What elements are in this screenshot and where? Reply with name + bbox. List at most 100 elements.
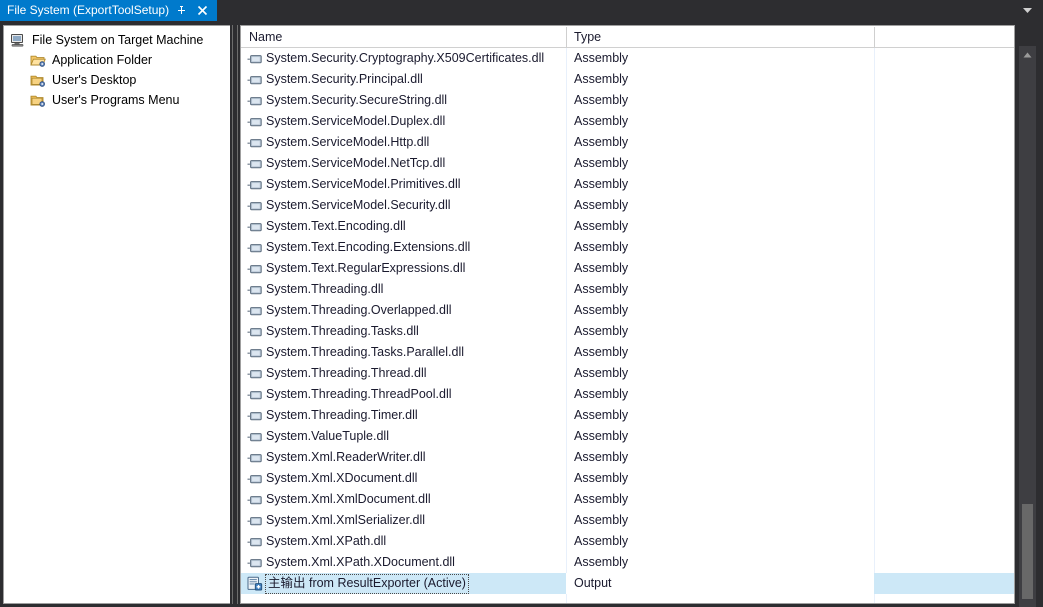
file-list-row[interactable]: System.Threading.dllAssembly <box>241 279 1014 300</box>
file-list-row[interactable]: System.Threading.Timer.dllAssembly <box>241 405 1014 426</box>
file-name-cell[interactable]: System.Threading.Thread.dll <box>241 363 566 384</box>
file-list-row[interactable]: System.Threading.ThreadPool.dllAssembly <box>241 384 1014 405</box>
file-type-cell[interactable]: Assembly <box>566 48 874 69</box>
file-type-cell[interactable]: Assembly <box>566 342 874 363</box>
file-list-row[interactable]: System.Text.RegularExpressions.dllAssemb… <box>241 258 1014 279</box>
file-type-cell[interactable]: Assembly <box>566 384 874 405</box>
file-name-cell[interactable]: System.ValueTuple.dll <box>241 426 566 447</box>
file-list-row[interactable]: System.Xml.XDocument.dllAssembly <box>241 468 1014 489</box>
file-list-row[interactable]: System.Threading.Overlapped.dllAssembly <box>241 300 1014 321</box>
file-type-cell[interactable]: Assembly <box>566 216 874 237</box>
close-icon[interactable] <box>194 2 211 19</box>
file-list-row[interactable]: System.Threading.Tasks.dllAssembly <box>241 321 1014 342</box>
file-type-cell[interactable]: Assembly <box>566 468 874 489</box>
file-name-cell[interactable]: System.Security.Principal.dll <box>241 69 566 90</box>
file-list-row[interactable]: System.Text.Encoding.Extensions.dllAssem… <box>241 237 1014 258</box>
scrollbar-thumb[interactable] <box>1022 504 1033 599</box>
file-type-cell[interactable]: Assembly <box>566 321 874 342</box>
pin-icon[interactable] <box>173 2 190 19</box>
tree-node-users-desktop[interactable]: User's Desktop <box>8 70 230 90</box>
file-list-row[interactable]: System.Text.Encoding.dllAssembly <box>241 216 1014 237</box>
file-name-label: System.Threading.Thread.dll <box>266 363 427 384</box>
file-list-row[interactable]: System.ValueTuple.dllAssembly <box>241 426 1014 447</box>
file-type-cell[interactable]: Assembly <box>566 174 874 195</box>
designer-vertical-scrollbar[interactable] <box>1019 46 1036 607</box>
file-type-cell[interactable]: Assembly <box>566 90 874 111</box>
file-type-cell[interactable]: Assembly <box>566 258 874 279</box>
file-type-cell[interactable]: Assembly <box>566 552 874 573</box>
file-name-cell[interactable]: System.Threading.Tasks.Parallel.dll <box>241 342 566 363</box>
tab-file-system-exporttoolsetup[interactable]: File System (ExportToolSetup) <box>0 0 217 21</box>
file-type-cell[interactable]: Assembly <box>566 153 874 174</box>
file-list-row[interactable]: System.Xml.ReaderWriter.dllAssembly <box>241 447 1014 468</box>
file-name-cell[interactable]: System.Xml.XmlDocument.dll <box>241 489 566 510</box>
file-name-cell[interactable]: System.ServiceModel.Security.dll <box>241 195 566 216</box>
column-header-blank[interactable] <box>874 26 1014 48</box>
file-list-row[interactable]: System.ServiceModel.Security.dllAssembly <box>241 195 1014 216</box>
file-name-cell[interactable]: System.Xml.XPath.XDocument.dll <box>241 552 566 573</box>
file-type-cell[interactable]: Assembly <box>566 510 874 531</box>
file-type-cell[interactable]: Assembly <box>566 69 874 90</box>
file-name-cell[interactable]: System.Xml.XPath.dll <box>241 531 566 552</box>
file-type-cell[interactable]: Assembly <box>566 447 874 468</box>
file-type-cell[interactable]: Assembly <box>566 195 874 216</box>
file-type-cell[interactable]: Assembly <box>566 363 874 384</box>
file-name-cell[interactable]: System.Threading.Timer.dll <box>241 405 566 426</box>
file-type-cell[interactable]: Assembly <box>566 405 874 426</box>
triangle-up-icon[interactable] <box>1019 46 1036 63</box>
file-list-row[interactable]: System.Security.SecureString.dll Assembly <box>241 90 1014 111</box>
file-type-cell[interactable]: Output <box>566 573 874 594</box>
file-list-row[interactable]: 主输出 from ResultExporter (Active)Output <box>241 573 1014 594</box>
pane-splitter[interactable] <box>230 25 240 604</box>
assembly-icon <box>246 135 264 151</box>
file-list-row[interactable]: System.Threading.Tasks.Parallel.dllAssem… <box>241 342 1014 363</box>
file-name-cell[interactable]: System.ServiceModel.NetTcp.dll <box>241 153 566 174</box>
file-list-row[interactable]: System.Xml.XmlDocument.dllAssembly <box>241 489 1014 510</box>
file-list-row[interactable]: System.ServiceModel.Primitives.dllAssemb… <box>241 174 1014 195</box>
file-type-cell[interactable]: Assembly <box>566 426 874 447</box>
file-system-editor-window: File System (ExportToolSetup) <box>0 0 1043 607</box>
file-name-label: System.Security.SecureString.dll <box>266 90 447 111</box>
file-list-row[interactable]: System.ServiceModel.Http.dllAssembly <box>241 132 1014 153</box>
file-list-body[interactable]: System.Security.Cryptography.X509Certifi… <box>241 48 1014 604</box>
file-type-cell[interactable]: Assembly <box>566 300 874 321</box>
file-type-cell[interactable]: Assembly <box>566 489 874 510</box>
file-name-cell[interactable]: System.Text.RegularExpressions.dll <box>241 258 566 279</box>
file-name-cell[interactable]: System.Threading.Overlapped.dll <box>241 300 566 321</box>
file-name-cell[interactable]: System.Xml.XDocument.dll <box>241 468 566 489</box>
file-list-row[interactable]: System.Xml.XmlSerializer.dllAssembly <box>241 510 1014 531</box>
file-name-cell[interactable]: System.Security.Cryptography.X509Certifi… <box>241 48 566 69</box>
file-type-cell[interactable]: Assembly <box>566 237 874 258</box>
file-name-cell[interactable]: System.Xml.XmlSerializer.dll <box>241 510 566 531</box>
column-header-name[interactable]: Name <box>241 26 566 48</box>
file-list-row[interactable]: System.ServiceModel.NetTcp.dllAssembly <box>241 153 1014 174</box>
file-list-row[interactable]: System.Xml.XPath.XDocument.dllAssembly <box>241 552 1014 573</box>
file-name-cell[interactable]: System.Threading.ThreadPool.dll <box>241 384 566 405</box>
tree-node-application-folder[interactable]: Application Folder <box>8 50 230 70</box>
tree-node-file-system-on-target-machine[interactable]: File System on Target Machine <box>8 30 230 50</box>
file-name-cell[interactable]: System.ServiceModel.Primitives.dll <box>241 174 566 195</box>
file-list-row[interactable]: System.Threading.Thread.dll Assembly <box>241 363 1014 384</box>
file-list-row[interactable]: System.Security.Principal.dllAssembly <box>241 69 1014 90</box>
chevron-down-icon[interactable] <box>1017 0 1037 21</box>
file-name-cell[interactable]: System.Threading.dll <box>241 279 566 300</box>
file-list-row[interactable]: System.Security.Cryptography.X509Certifi… <box>241 48 1014 69</box>
target-machine-tree[interactable]: File System on Target Machine Applicatio… <box>3 25 230 604</box>
file-name-cell[interactable]: System.Xml.ReaderWriter.dll <box>241 447 566 468</box>
file-type-cell[interactable]: Assembly <box>566 111 874 132</box>
file-list-row[interactable]: System.ServiceModel.Duplex.dllAssembly <box>241 111 1014 132</box>
file-name-cell[interactable]: System.Security.SecureString.dll <box>241 90 566 111</box>
file-name-cell[interactable]: System.Threading.Tasks.dll <box>241 321 566 342</box>
file-name-cell[interactable]: System.Text.Encoding.Extensions.dll <box>241 237 566 258</box>
file-name-cell[interactable]: System.Text.Encoding.dll <box>241 216 566 237</box>
file-list-row[interactable]: System.Xml.XPath.dllAssembly <box>241 531 1014 552</box>
file-list-pane[interactable]: Name Type System.Security.Cryptography.X… <box>240 25 1015 604</box>
file-name-cell[interactable]: System.ServiceModel.Duplex.dll <box>241 111 566 132</box>
tree-node-users-programs-menu[interactable]: User's Programs Menu <box>8 90 230 110</box>
file-name-cell[interactable]: System.ServiceModel.Http.dll <box>241 132 566 153</box>
file-name-cell[interactable]: 主输出 from ResultExporter (Active) <box>241 573 566 594</box>
column-header-type[interactable]: Type <box>566 26 874 48</box>
file-type-cell[interactable]: Assembly <box>566 531 874 552</box>
file-type-cell[interactable]: Assembly <box>566 279 874 300</box>
file-type-cell[interactable]: Assembly <box>566 132 874 153</box>
